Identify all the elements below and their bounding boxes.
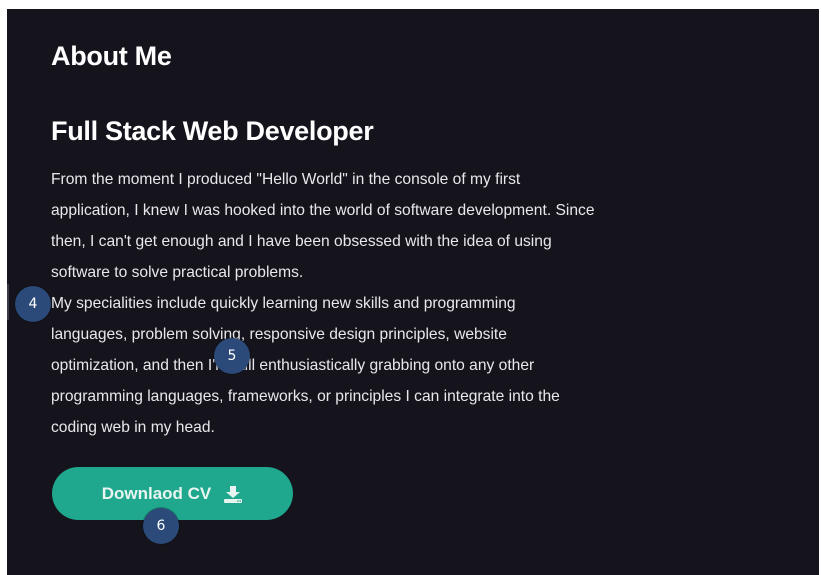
divider (7, 284, 9, 320)
bio-line: application, I knew I was hooked into th… (51, 202, 595, 219)
about-section: About Me Full Stack Web Developer From t… (7, 9, 819, 575)
bio-line: My specialities include quickly learning… (51, 295, 516, 312)
bio-line: From the moment I produced "Hello World"… (51, 171, 521, 188)
step-marker: 5 (214, 338, 250, 374)
section-title: About Me (51, 41, 172, 71)
bio-line: then, I can't get enough and I have been… (51, 233, 552, 250)
role-title: Full Stack Web Developer (51, 116, 374, 146)
download-icon (223, 485, 243, 503)
bio-line: coding web in my head. (51, 419, 215, 436)
bio-line: programming languages, frameworks, or pr… (51, 388, 560, 405)
step-marker: 6 (143, 508, 179, 544)
bio-line: software to solve practical problems. (51, 264, 304, 281)
bio-line: optimization, and then I'm still enthusi… (51, 357, 535, 374)
bio-paragraph: From the moment I produced "Hello World"… (51, 164, 701, 443)
step-marker: 4 (15, 286, 51, 322)
page: About Me Full Stack Web Developer From t… (0, 0, 821, 575)
download-cv-label: Downlaod CV (101, 483, 212, 503)
bio-line: languages, problem solving, responsive d… (51, 326, 507, 343)
